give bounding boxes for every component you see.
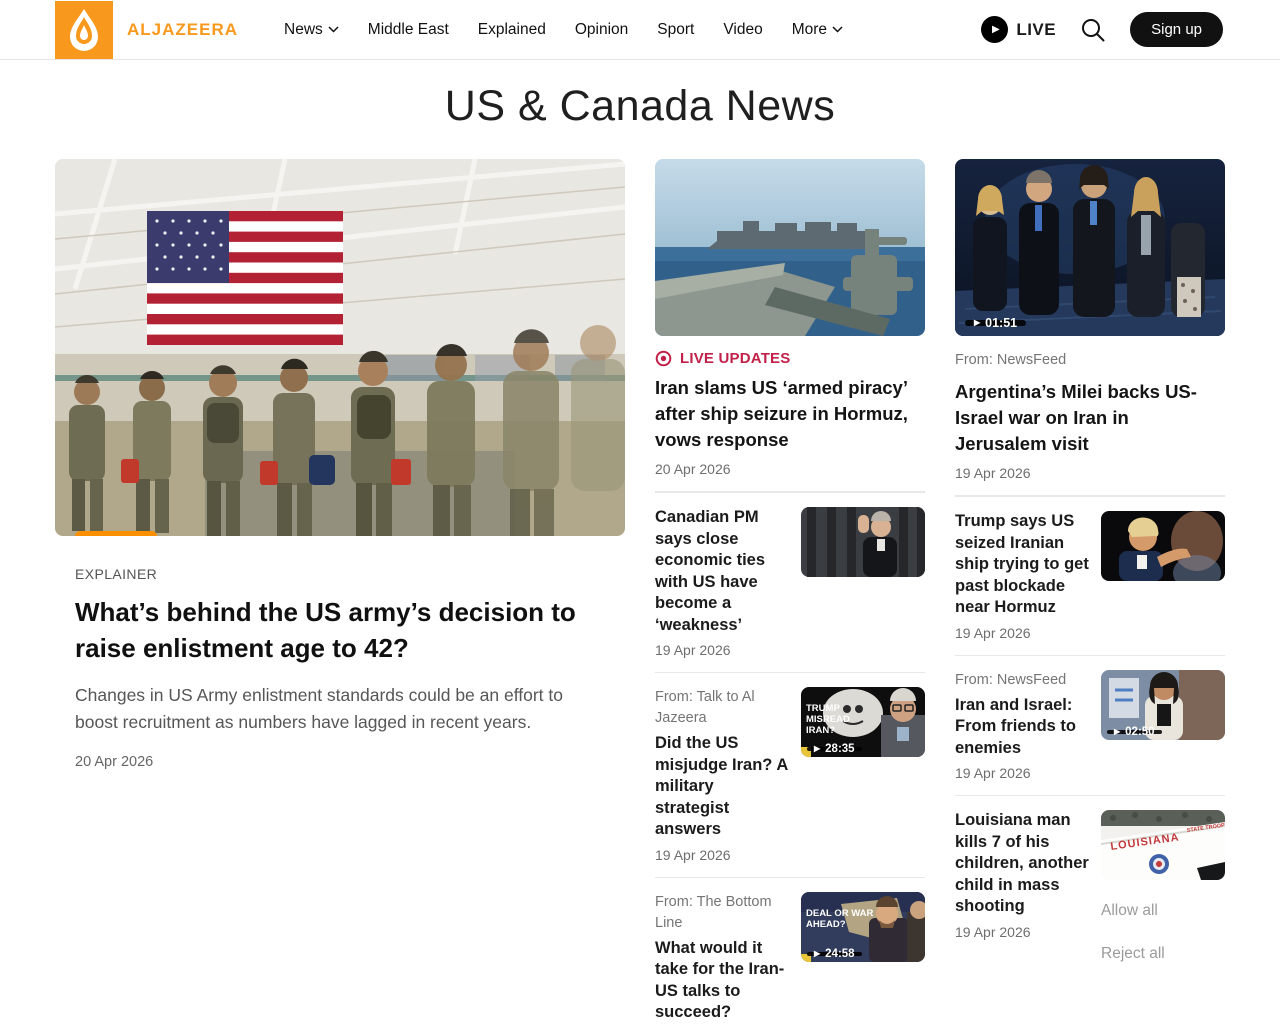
cookie-consent-links: Allow all Reject all	[1101, 902, 1225, 963]
item-title[interactable]: What would it take for the Iran-US talks…	[655, 938, 789, 1024]
nav-item-news[interactable]: News	[284, 21, 339, 39]
nav-item-middle-east[interactable]: Middle East	[368, 21, 449, 39]
live-updates-image[interactable]	[655, 159, 925, 336]
video-duration-badge: ▶24:58	[807, 952, 862, 956]
lead-from-label: From: NewsFeed	[955, 350, 1225, 371]
main-nav: News Middle East Explained Opinion Sport…	[284, 21, 843, 39]
aljazeera-logo[interactable]: ALJAZEERA	[55, 1, 238, 59]
nav-item-sport[interactable]: Sport	[657, 21, 694, 39]
header-actions: ▶ LIVE Sign up	[981, 12, 1223, 47]
milei-article: ▶01:51 From: NewsFeed Argentina’s Milei …	[955, 159, 1225, 496]
aljazeera-us-canada-page: ALJAZEERA News Middle East Explained Opi…	[0, 0, 1280, 1024]
item-date: 19 Apr 2026	[655, 847, 789, 863]
signup-button[interactable]: Sign up	[1130, 12, 1223, 47]
item-date: 19 Apr 2026	[955, 924, 1089, 940]
item-thumbnail[interactable]: LOUISIANA STATE TROOPER	[1101, 810, 1225, 880]
item-title[interactable]: Canadian PM says close economic ties wit…	[655, 507, 789, 636]
featured-kicker: EXPLAINER	[75, 566, 605, 582]
video-duration-badge: ▶02:50	[1107, 730, 1162, 734]
reject-all-link[interactable]: Reject all	[1101, 945, 1225, 963]
play-icon: ▶	[981, 16, 1008, 43]
featured-date: 20 Apr 2026	[75, 754, 605, 770]
item-title[interactable]: Trump says US seized Iranian ship trying…	[955, 511, 1089, 619]
aljazeera-flame-icon	[55, 1, 113, 59]
item-date: 19 Apr 2026	[955, 765, 1089, 781]
item-date: 19 Apr 2026	[955, 625, 1089, 641]
featured-article: EXPLAINER What’s behind the US army’s de…	[55, 159, 625, 770]
item-from-label: From: Talk to Al Jazeera	[655, 687, 789, 729]
news-item-talk-to-aj: From: Talk to Al Jazeera Did the US misj…	[655, 672, 925, 877]
item-thumbnail[interactable]	[801, 507, 925, 577]
featured-title[interactable]: What’s behind the US army’s decision to …	[75, 594, 605, 666]
news-item-iran-israel: From: NewsFeed Iran and Israel: From fri…	[955, 655, 1225, 796]
allow-all-link[interactable]: Allow all	[1101, 902, 1225, 920]
live-updates-date: 20 Apr 2026	[655, 461, 925, 477]
nav-item-more[interactable]: More	[792, 21, 843, 39]
live-label: LIVE	[1016, 20, 1056, 40]
video-duration-badge: ▶28:35	[807, 747, 862, 751]
news-item-trump-ship: Trump says US seized Iranian ship trying…	[955, 496, 1225, 655]
item-title[interactable]: Iran and Israel: From friends to enemies	[955, 695, 1089, 760]
accent-bar	[75, 531, 157, 536]
thumb-overlay-text: DEAL OR WAR AHEAD?	[806, 908, 876, 930]
news-item-bottom-line: From: The Bottom Line What would it take…	[655, 877, 925, 1024]
video-duration-badge: ▶01:51	[965, 320, 1026, 326]
nav-item-explained[interactable]: Explained	[478, 21, 546, 39]
milei-video-image[interactable]: ▶01:51	[955, 159, 1225, 336]
item-title[interactable]: Louisiana man kills 7 of his children, a…	[955, 810, 1089, 918]
featured-excerpt: Changes in US Army enlistment standards …	[75, 682, 595, 736]
page-title: US & Canada News	[0, 82, 1280, 131]
chevron-down-icon	[832, 26, 843, 33]
nav-item-opinion[interactable]: Opinion	[575, 21, 628, 39]
news-item-louisiana: Louisiana man kills 7 of his children, a…	[955, 795, 1225, 977]
featured-article-image[interactable]	[55, 159, 625, 536]
live-updates-title[interactable]: Iran slams US ‘armed piracy’ after ship …	[655, 375, 925, 453]
live-bullseye-icon	[655, 350, 672, 367]
milei-title[interactable]: Argentina’s Milei backs US-Israel war on…	[955, 379, 1225, 457]
item-video-thumbnail[interactable]: DEAL OR WAR AHEAD? ▶24:58	[801, 892, 925, 962]
item-title[interactable]: Did the US misjudge Iran? A military str…	[655, 733, 789, 841]
thumb-overlay-text: TRUMP MISREAD IRAN?	[806, 703, 876, 736]
us-flag	[147, 211, 343, 345]
search-icon	[1080, 17, 1106, 43]
chevron-down-icon	[328, 26, 339, 33]
item-thumbnail[interactable]	[1101, 511, 1225, 581]
milei-date: 19 Apr 2026	[955, 465, 1225, 481]
live-updates-badge: LIVE UPDATES	[655, 350, 925, 367]
item-video-thumbnail[interactable]: ▶02:50	[1101, 670, 1225, 740]
item-from-label: From: The Bottom Line	[655, 892, 789, 934]
search-button[interactable]	[1076, 17, 1110, 43]
site-header: ALJAZEERA News Middle East Explained Opi…	[0, 0, 1280, 60]
brand-wordmark: ALJAZEERA	[127, 20, 238, 40]
item-from-label: From: NewsFeed	[955, 670, 1089, 691]
articles-grid: EXPLAINER What’s behind the US army’s de…	[55, 159, 1225, 1024]
live-button[interactable]: ▶ LIVE	[981, 16, 1056, 43]
column-middle: LIVE UPDATES Iran slams US ‘armed piracy…	[655, 159, 925, 1024]
item-date: 19 Apr 2026	[655, 642, 789, 658]
news-item-canadian-pm: Canadian PM says close economic ties wit…	[655, 492, 925, 672]
nav-item-video[interactable]: Video	[723, 21, 762, 39]
live-updates-article: LIVE UPDATES Iran slams US ‘armed piracy…	[655, 159, 925, 492]
column-right: ▶01:51 From: NewsFeed Argentina’s Milei …	[955, 159, 1225, 977]
item-video-thumbnail[interactable]: TRUMP MISREAD IRAN? ▶28:35	[801, 687, 925, 757]
